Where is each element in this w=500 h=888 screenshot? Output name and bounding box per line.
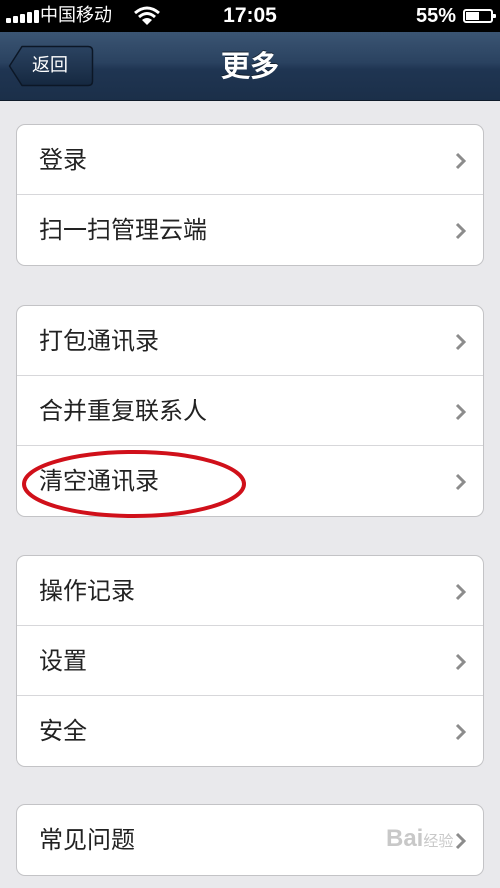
menu-item-label: 操作记录 xyxy=(39,577,135,605)
menu-item-scan-manage-cloud[interactable]: 扫一扫管理云端 xyxy=(17,195,483,265)
menu-item-login[interactable]: 登录 xyxy=(17,125,483,195)
menu-item-merge-duplicates[interactable]: 合并重复联系人 xyxy=(17,376,483,446)
battery-icon xyxy=(463,9,496,23)
chevron-right-icon xyxy=(455,473,467,491)
chevron-right-icon xyxy=(455,333,467,351)
settings-group-general: 操作记录 设置 安全 xyxy=(16,555,484,767)
menu-item-label: 安全 xyxy=(39,717,87,745)
menu-item-label: 设置 xyxy=(39,647,87,675)
menu-item-label: 打包通讯录 xyxy=(39,327,159,355)
chevron-right-icon xyxy=(455,832,467,850)
menu-item-pack-contacts[interactable]: 打包通讯录 xyxy=(17,306,483,376)
chevron-right-icon xyxy=(455,583,467,601)
menu-item-label: 扫一扫管理云端 xyxy=(39,216,207,244)
annotation-circle xyxy=(22,450,246,518)
menu-item-operation-log[interactable]: 操作记录 xyxy=(17,556,483,626)
chevron-right-icon xyxy=(455,403,467,421)
navigation-bar: 返回 更多 xyxy=(0,32,500,101)
chevron-right-icon xyxy=(455,222,467,240)
chevron-right-icon xyxy=(455,653,467,671)
settings-group-account: 登录 扫一扫管理云端 xyxy=(16,124,484,266)
chevron-right-icon xyxy=(455,152,467,170)
menu-item-label: 合并重复联系人 xyxy=(39,397,207,425)
battery-percent: 55% xyxy=(415,5,456,27)
menu-item-security[interactable]: 安全 xyxy=(17,696,483,766)
menu-item-label: 常见问题 xyxy=(39,826,135,854)
baidu-watermark-logo: Bai经验 xyxy=(386,825,454,852)
menu-item-settings[interactable]: 设置 xyxy=(17,626,483,696)
status-bar: 中国移动 17:05 55% xyxy=(0,0,500,32)
menu-item-label: 登录 xyxy=(39,146,87,174)
chevron-right-icon xyxy=(455,723,467,741)
page-title: 更多 xyxy=(220,49,279,83)
